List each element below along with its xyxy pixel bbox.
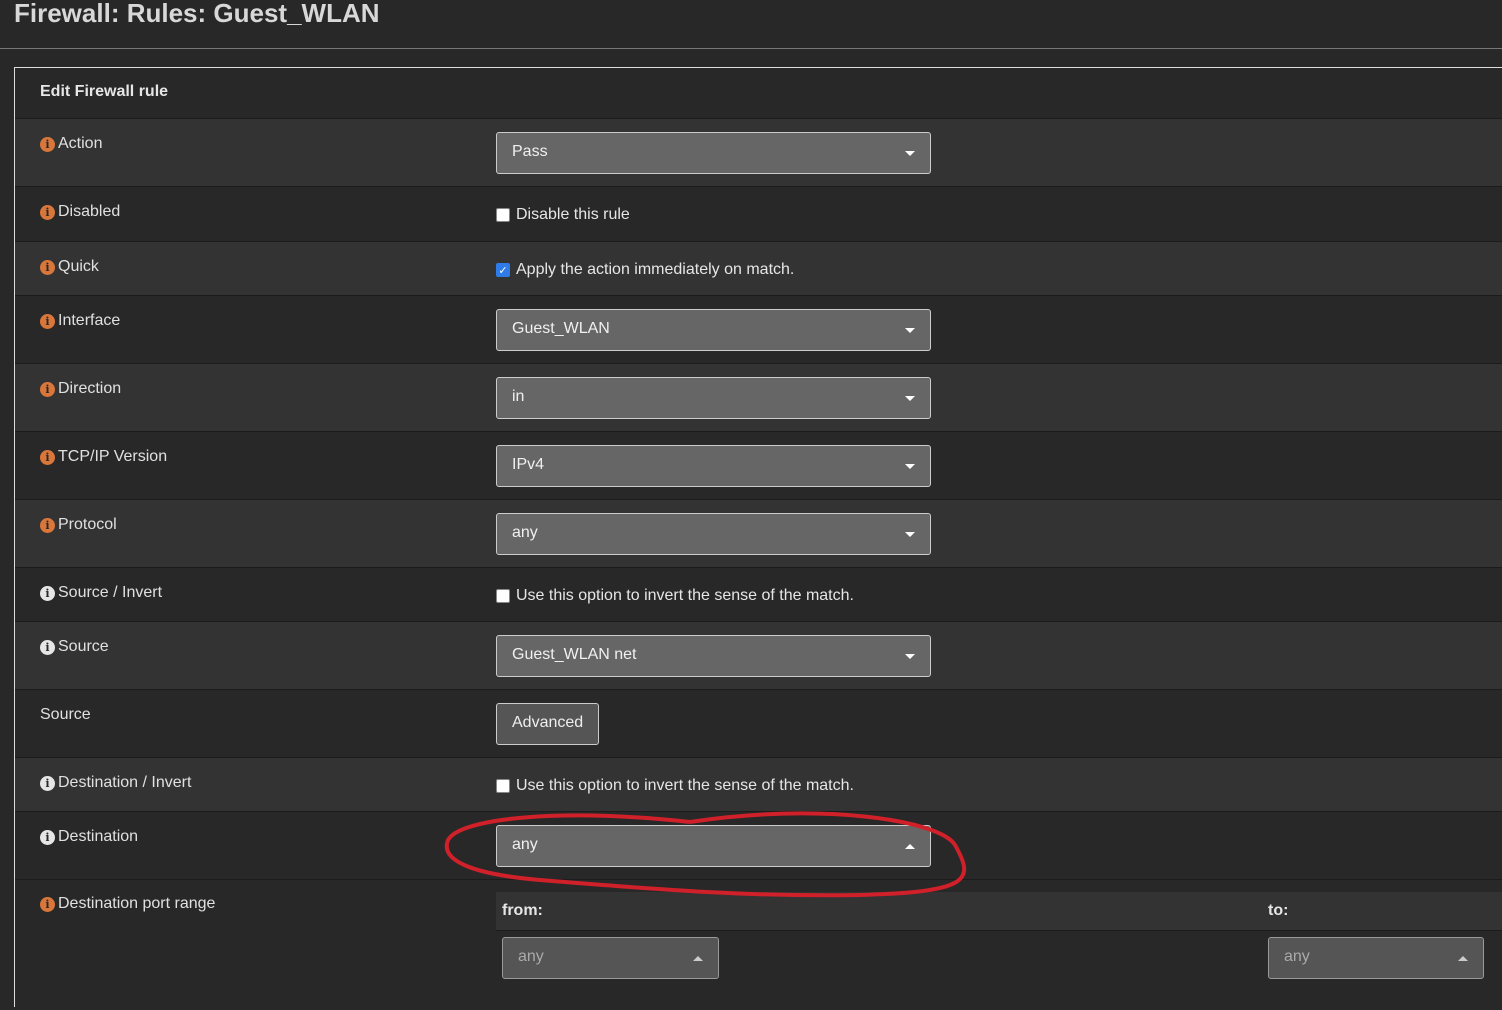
port-from-select[interactable]: any bbox=[502, 937, 719, 979]
info-icon[interactable]: i bbox=[40, 896, 55, 912]
row-quick: i Quick ✓ Apply the action immediately on … bbox=[15, 242, 1502, 296]
row-interface: i Interface Guest_WLAN bbox=[15, 296, 1502, 364]
row-action: i Action Pass bbox=[15, 119, 1502, 187]
label: Action bbox=[58, 135, 103, 152]
info-icon[interactable]: i bbox=[40, 313, 55, 329]
caret-down-icon bbox=[905, 328, 915, 333]
source-select[interactable]: Guest_WLAN net bbox=[496, 635, 931, 677]
label: Source / Invert bbox=[58, 584, 163, 601]
caret-down-icon bbox=[905, 464, 915, 469]
disable-checkbox[interactable] bbox=[496, 208, 510, 222]
source-invert-checkbox[interactable] bbox=[496, 589, 510, 603]
interface-select[interactable]: Guest_WLAN bbox=[496, 309, 931, 351]
row-destination-port: i Destination port range from: to: any any bbox=[15, 880, 1502, 1010]
from-label: from: bbox=[502, 902, 543, 919]
label: Disabled bbox=[58, 203, 121, 220]
info-icon[interactable]: i bbox=[40, 829, 55, 845]
row-destination: i Destination any bbox=[15, 812, 1502, 880]
caret-up-icon bbox=[693, 956, 703, 961]
row-source: i Source Guest_WLAN net bbox=[15, 622, 1502, 690]
caret-down-icon bbox=[905, 151, 915, 156]
info-icon[interactable]: i bbox=[40, 639, 55, 655]
caret-down-icon bbox=[905, 532, 915, 537]
info-icon[interactable]: i bbox=[40, 775, 55, 791]
protocol-select[interactable]: any bbox=[496, 513, 931, 555]
divider bbox=[0, 48, 1502, 49]
label: Interface bbox=[58, 312, 121, 329]
panel-title: Edit Firewall rule bbox=[15, 68, 1502, 119]
caret-down-icon bbox=[905, 396, 915, 401]
row-ipversion: i TCP/IP Version IPv4 bbox=[15, 432, 1502, 500]
label: Destination bbox=[58, 828, 139, 845]
label: Destination port range bbox=[58, 895, 216, 912]
label: Source bbox=[40, 706, 91, 723]
direction-select[interactable]: in bbox=[496, 377, 931, 419]
row-direction: i Direction in bbox=[15, 364, 1502, 432]
row-protocol: i Protocol any bbox=[15, 500, 1502, 568]
label: Source bbox=[58, 638, 109, 655]
info-icon[interactable]: i bbox=[40, 517, 55, 533]
info-icon[interactable]: i bbox=[40, 585, 55, 601]
checkbox-label: Use this option to invert the sense of t… bbox=[516, 587, 854, 604]
label: Protocol bbox=[58, 516, 117, 533]
to-label: to: bbox=[1268, 902, 1289, 919]
destination-select[interactable]: any bbox=[496, 825, 931, 867]
page-title: Firewall: Rules: Guest_WLAN bbox=[14, 0, 380, 28]
caret-up-icon bbox=[1458, 956, 1468, 961]
destination-invert-checkbox[interactable] bbox=[496, 779, 510, 793]
row-disabled: i Disabled Disable this rule bbox=[15, 187, 1502, 242]
info-icon[interactable]: i bbox=[40, 449, 55, 465]
info-icon[interactable]: i bbox=[40, 259, 55, 275]
checkbox-label: Disable this rule bbox=[516, 206, 630, 223]
checkbox-label: Use this option to invert the sense of t… bbox=[516, 777, 854, 794]
row-source-invert: i Source / Invert Use this option to inve… bbox=[15, 568, 1502, 622]
info-icon[interactable]: i bbox=[40, 204, 55, 220]
caret-down-icon bbox=[905, 654, 915, 659]
advanced-button[interactable]: Advanced bbox=[496, 703, 600, 745]
label: Direction bbox=[58, 380, 122, 397]
edit-rule-panel: Edit Firewall rule i Action Pass i Disable… bbox=[14, 67, 1502, 1010]
caret-up-icon bbox=[905, 844, 915, 849]
checkbox-label: Apply the action immediately on match. bbox=[516, 261, 795, 278]
info-icon[interactable]: i bbox=[40, 381, 55, 397]
port-range-table: from: to: any any bbox=[496, 892, 1502, 979]
ipversion-select[interactable]: IPv4 bbox=[496, 445, 931, 487]
row-source-advanced: Source Advanced bbox=[15, 690, 1502, 758]
row-destination-invert: i Destination / Invert Use this option to… bbox=[15, 758, 1502, 812]
label: Quick bbox=[58, 258, 99, 275]
quick-checkbox[interactable]: ✓ bbox=[496, 263, 510, 277]
port-to-select[interactable]: any bbox=[1268, 937, 1484, 979]
info-icon[interactable]: i bbox=[40, 136, 55, 152]
action-select[interactable]: Pass bbox=[496, 132, 931, 174]
label: TCP/IP Version bbox=[58, 448, 168, 465]
label: Destination / Invert bbox=[58, 774, 192, 791]
